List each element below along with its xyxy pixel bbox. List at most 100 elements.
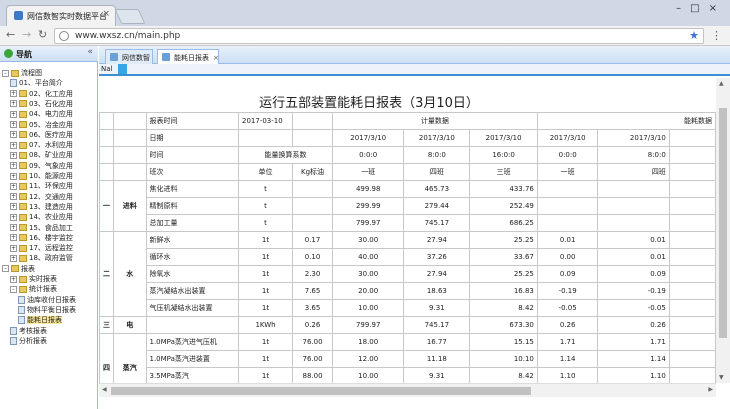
site-favicon-icon xyxy=(14,11,23,20)
tree-item-label: 物料平衡日报表 xyxy=(27,305,76,314)
collapse-node-icon[interactable]: - xyxy=(10,285,17,293)
value-cell: 25.25 xyxy=(469,265,538,283)
tree-item-label: 16、楼宇监控 xyxy=(29,233,73,242)
folder-icon xyxy=(19,172,27,180)
tree-item[interactable]: +13、建造应用 xyxy=(10,202,73,212)
expand-icon[interactable]: + xyxy=(10,172,17,180)
expand-icon[interactable]: + xyxy=(10,90,17,98)
time-cell: 0:0:0 xyxy=(332,146,405,164)
url-input[interactable]: www.wxsz.cn/main.php ★ xyxy=(54,28,704,44)
expand-icon[interactable]: + xyxy=(10,244,17,252)
collapse-node-icon[interactable]: - xyxy=(2,69,9,77)
energy-table: 报表时间 2017-03-10 计量数据 能耗数据 日期 2017/3/10 2… xyxy=(99,112,716,383)
expand-icon[interactable]: + xyxy=(10,162,17,170)
forward-arrow-icon[interactable]: → xyxy=(22,28,31,41)
tree-item[interactable]: +17、远程监控 xyxy=(10,243,73,253)
value-cell: 10.00 xyxy=(332,299,405,317)
horizontal-scrollbar[interactable]: ◀ ▶ xyxy=(99,383,716,397)
tab-energy-label: 能耗日报表 xyxy=(174,54,209,62)
horizontal-scroll-thumb[interactable] xyxy=(111,387,531,395)
energy-cell: 1.10 xyxy=(597,367,670,383)
tree-item-label: 报表 xyxy=(21,264,35,273)
tree-item[interactable]: +07、水利应用 xyxy=(10,140,73,150)
folder-icon xyxy=(19,224,27,231)
tree-item[interactable]: +05、冶金应用 xyxy=(10,120,73,130)
table-row: 总加工量 t 799.97 745.17 686.25 xyxy=(100,214,716,232)
tree-item[interactable]: +10、能源应用 xyxy=(10,171,73,181)
value-cell: 10.00 xyxy=(332,367,405,383)
tree-item[interactable]: +04、电力应用 xyxy=(10,109,73,119)
tree-item[interactable]: +15、食品加工 xyxy=(10,223,73,233)
tree-item[interactable]: +18、政府监管 xyxy=(10,253,73,263)
tab-home[interactable]: 网信数智 xyxy=(105,49,153,64)
tree-item[interactable]: + 实时报表 xyxy=(10,274,57,284)
tree-item[interactable]: +03、石化应用 xyxy=(10,99,73,109)
back-arrow-icon[interactable]: ← xyxy=(6,28,15,41)
expand-icon[interactable]: + xyxy=(10,151,17,159)
folder-icon xyxy=(19,131,27,139)
url-text: www.wxsz.cn/main.php xyxy=(75,31,181,41)
tree-item[interactable]: +02、化工应用 xyxy=(10,89,73,99)
scroll-up-icon[interactable]: ▲ xyxy=(719,80,724,87)
date-cell: 2017/3/10 xyxy=(536,129,599,147)
tree-item[interactable]: - 统计报表 xyxy=(10,284,57,294)
tree-item-label: 04、电力应用 xyxy=(29,110,73,119)
tree-item-label: 05、冶金应用 xyxy=(29,120,73,129)
expand-icon[interactable]: + xyxy=(10,193,17,201)
vertical-scrollbar[interactable]: ▲ ▼ xyxy=(716,78,730,383)
tree-item-label: 13、建造应用 xyxy=(29,202,73,211)
expand-icon[interactable]: + xyxy=(10,275,17,283)
tree-item[interactable]: +12、交通应用 xyxy=(10,192,73,202)
cell xyxy=(668,163,716,181)
tree-item[interactable]: 01、平台简介 xyxy=(10,78,63,88)
table-row: 气压机凝结水出装置 1t 3.65 10.00 9.31 8.42 -0.05 -0.05 xyxy=(100,299,716,317)
expand-icon[interactable]: + xyxy=(10,234,17,242)
window-controls[interactable]: –□× xyxy=(676,3,726,14)
tree-item[interactable]: 能耗日报表 xyxy=(18,315,62,325)
expand-icon[interactable]: + xyxy=(10,100,17,108)
expand-icon[interactable]: + xyxy=(10,182,17,190)
collapse-node-icon[interactable]: - xyxy=(2,265,9,273)
close-tab-icon[interactable]: × xyxy=(102,9,110,19)
tree-item[interactable]: +06、医疗应用 xyxy=(10,130,73,140)
browser-menu-icon[interactable]: ⋮ xyxy=(711,29,722,42)
tab-energy-report[interactable]: 能耗日报表 × xyxy=(157,49,219,64)
expand-icon[interactable]: + xyxy=(10,141,17,149)
page-icon xyxy=(18,305,25,314)
scroll-down-icon[interactable]: ▼ xyxy=(719,374,724,381)
scroll-right-icon[interactable]: ▶ xyxy=(708,386,713,393)
table-row: 3.5MPa蒸汽 1t 88.00 10.00 9.31 8.42 1.10 1.10 xyxy=(100,367,716,383)
expand-icon[interactable]: + xyxy=(10,254,17,262)
collapse-icon[interactable]: « xyxy=(87,47,93,57)
tree-item[interactable]: +16、楼宇监控 xyxy=(10,233,73,243)
tree-item[interactable]: +08、矿业应用 xyxy=(10,150,73,160)
expand-icon[interactable]: + xyxy=(10,224,17,231)
vertical-scroll-thumb[interactable] xyxy=(719,108,727,338)
expand-icon[interactable]: + xyxy=(10,203,17,211)
header-cell: 班次 xyxy=(145,163,239,181)
expand-icon[interactable]: + xyxy=(10,131,17,139)
coef-cell: 76.00 xyxy=(292,333,334,351)
cell xyxy=(113,163,147,181)
expand-icon[interactable]: + xyxy=(10,213,17,221)
tree-item[interactable]: +09、气象应用 xyxy=(10,161,73,171)
energy-cell xyxy=(536,197,599,215)
close-tab-icon[interactable]: × xyxy=(213,54,219,62)
tree-item[interactable]: 物料平衡日报表 xyxy=(18,305,76,315)
tree-item[interactable]: - 流程图 xyxy=(2,68,42,78)
bookmark-star-icon[interactable]: ★ xyxy=(689,29,699,42)
expand-icon[interactable]: + xyxy=(10,110,17,118)
toolbar-marker[interactable] xyxy=(118,64,127,74)
expand-icon[interactable]: + xyxy=(10,121,17,128)
tree-item[interactable]: +14、农业应用 xyxy=(10,212,73,222)
tree-item[interactable]: - 报表 xyxy=(2,264,35,274)
scroll-left-icon[interactable]: ◀ xyxy=(102,386,107,393)
browser-tab[interactable]: 网信数智实时数据平台 × xyxy=(6,5,116,26)
tree-item[interactable]: +11、环保应用 xyxy=(10,181,73,191)
tree-item-label: 10、能源应用 xyxy=(29,172,73,180)
tree-item[interactable]: 分析报表 xyxy=(10,336,47,346)
tree-item[interactable]: 油库收付日报表 xyxy=(18,295,76,305)
tree-item[interactable]: 考核报表 xyxy=(10,326,47,336)
folder-icon xyxy=(19,182,27,190)
reload-icon[interactable]: ↻ xyxy=(38,28,47,41)
